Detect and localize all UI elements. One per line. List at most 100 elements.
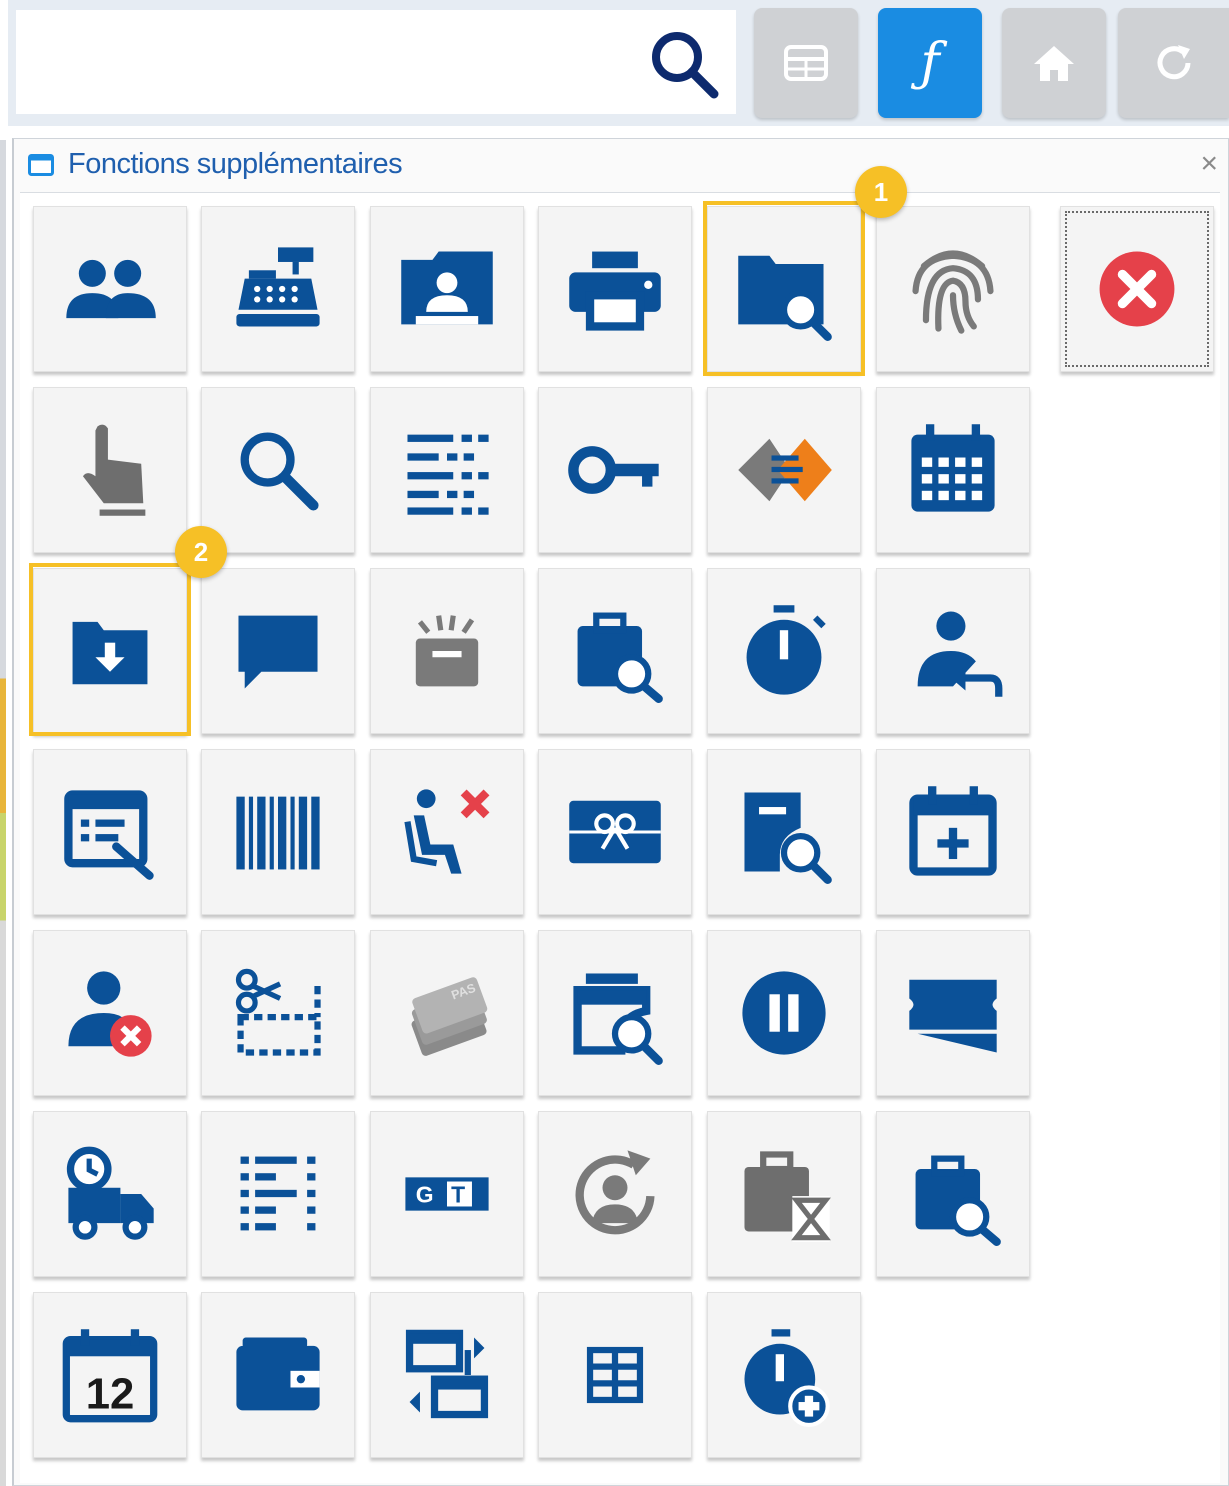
search-icon: [652, 32, 719, 99]
tile-cash-register[interactable]: [201, 206, 355, 372]
tile-form-edit[interactable]: [33, 749, 187, 915]
bag-search-icon: [915, 1155, 1001, 1246]
tile-gt-card[interactable]: G T: [370, 1111, 524, 1277]
card-g-text: G: [416, 1181, 434, 1207]
tile-delivery-truck[interactable]: [33, 1111, 187, 1277]
tile-gift-card[interactable]: [538, 749, 692, 915]
search-button[interactable]: [646, 26, 722, 102]
stopwatch-icon: [746, 605, 826, 695]
tile-printer[interactable]: [538, 206, 692, 372]
grid-view-icon: [784, 45, 828, 81]
cash-register-icon: [236, 247, 320, 327]
tile-barcode[interactable]: [201, 749, 355, 915]
card-t-text: T: [451, 1181, 465, 1207]
user-remove-icon: [68, 971, 152, 1057]
tile-table[interactable]: [538, 1292, 692, 1458]
transfer-icon: [405, 1329, 489, 1419]
gift-card-icon: [569, 800, 661, 864]
broken-box-icon: [415, 615, 479, 687]
tile-broken-box[interactable]: [370, 568, 524, 734]
delivery-truck-icon: [66, 1146, 154, 1240]
panel-close-button[interactable]: ×: [1200, 147, 1218, 181]
close-circle-icon: [1099, 251, 1175, 327]
bag-search-icon: [577, 612, 663, 703]
wallet-icon: [236, 1337, 320, 1411]
ticket-icon: [909, 979, 997, 1053]
tile-folder-download[interactable]: [33, 568, 187, 734]
home-button[interactable]: [1002, 8, 1106, 118]
folder-search-icon: [738, 255, 832, 341]
tile-archive-search[interactable]: [538, 930, 692, 1096]
panel-title: Fonctions supplémentaires: [68, 148, 403, 180]
table-icon: [586, 1346, 644, 1404]
no-seat-icon: [404, 789, 490, 874]
top-toolbar: ƒ: [8, 0, 1229, 126]
left-edge-strip: [0, 140, 6, 1486]
users-icon: [66, 259, 156, 319]
tile-user-remove[interactable]: [33, 930, 187, 1096]
tile-stopwatch-add[interactable]: [707, 1292, 861, 1458]
folder-download-icon: [72, 621, 148, 685]
refresh-icon: [1157, 45, 1190, 80]
tile-document-search[interactable]: [707, 749, 861, 915]
panel-header: Fonctions supplémentaires ×: [14, 139, 1228, 191]
user-return-icon: [917, 611, 1003, 697]
tile-dotted-list[interactable]: [201, 1111, 355, 1277]
contact-folder-icon: [401, 251, 493, 325]
tile-hand-pointer[interactable]: [33, 387, 187, 553]
refresh-button[interactable]: [1118, 8, 1229, 118]
tile-bag-search[interactable]: [538, 568, 692, 734]
tile-fingerprint[interactable]: [876, 206, 1030, 372]
form-edit-icon: [64, 790, 154, 880]
tile-pause[interactable]: [707, 930, 861, 1096]
cards-stack-icon: PAS: [411, 977, 488, 1056]
calendar-day-text: 12: [86, 1369, 135, 1418]
tile-transfer[interactable]: [370, 1292, 524, 1458]
tile-search[interactable]: [201, 387, 355, 553]
printer-icon: [569, 251, 661, 331]
search-input[interactable]: [16, 10, 736, 114]
search-icon: [240, 432, 319, 511]
cut-coupon-icon: [235, 968, 321, 1056]
document-search-icon: [744, 792, 832, 884]
tile-user-return[interactable]: [876, 568, 1030, 734]
barcode-icon: [236, 796, 320, 870]
diamond-arrows-icon: [738, 438, 832, 502]
tile-folder-search[interactable]: [707, 206, 861, 372]
tile-ticket[interactable]: [876, 930, 1030, 1096]
tile-key[interactable]: [538, 387, 692, 553]
tile-stopwatch[interactable]: [707, 568, 861, 734]
key-icon: [568, 446, 659, 494]
grid-view-button[interactable]: [754, 8, 858, 118]
tile-calendar-grid[interactable]: [876, 387, 1030, 553]
list-icon: [407, 434, 489, 515]
tile-cut-coupon[interactable]: [201, 930, 355, 1096]
calendar-grid-icon: [911, 424, 995, 512]
tile-user-refresh[interactable]: [538, 1111, 692, 1277]
fingerprint-icon: [912, 250, 994, 334]
function-button[interactable]: ƒ: [878, 8, 982, 118]
tile-users[interactable]: [33, 206, 187, 372]
tile-calendar-add[interactable]: [876, 749, 1030, 915]
pause-icon: [742, 971, 826, 1055]
calendar-add-icon: [909, 786, 997, 876]
tile-close[interactable]: [1060, 206, 1214, 372]
tile-bag-hourglass[interactable]: [707, 1111, 861, 1277]
tile-diamond-arrows[interactable]: [707, 387, 861, 553]
tile-chat[interactable]: [201, 568, 355, 734]
step-badge-2: 2: [175, 526, 227, 578]
user-refresh-icon: [575, 1150, 655, 1235]
chat-bubble-icon: [238, 615, 318, 689]
function-icon: ƒ: [920, 33, 940, 93]
tile-bag-search-2[interactable]: [876, 1111, 1030, 1277]
tile-no-seat[interactable]: [370, 749, 524, 915]
bag-hourglass-icon: [744, 1151, 831, 1242]
tile-calendar-12[interactable]: 12: [33, 1292, 187, 1458]
tile-contact-folder[interactable]: [370, 206, 524, 372]
stopwatch-add-icon: [744, 1329, 830, 1427]
tile-list[interactable]: [370, 387, 524, 553]
tile-wallet[interactable]: [201, 1292, 355, 1458]
tile-cards-stack[interactable]: PAS: [370, 930, 524, 1096]
dotted-list-icon: [240, 1156, 316, 1231]
step-badge-1: 1: [855, 166, 907, 218]
